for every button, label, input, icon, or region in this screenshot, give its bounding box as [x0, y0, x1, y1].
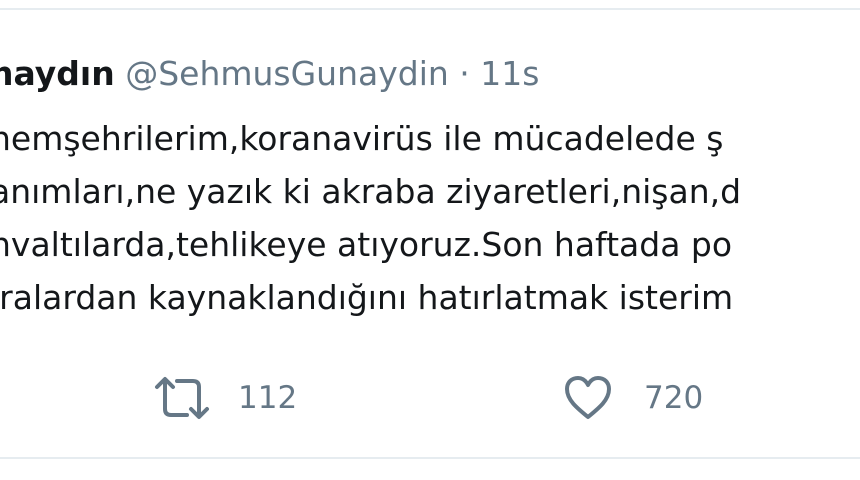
bottom-divider [0, 457, 860, 459]
tweet-text-line-1: hemşehrilerim,koranavirüs ile mücadelede… [0, 119, 724, 158]
author-handle[interactable]: @SehmusGunaydin [125, 54, 449, 93]
tweet-text-line-2: anımları,ne yazık ki akraba ziyaretleri,… [0, 172, 742, 211]
retweet-button[interactable]: 112 [153, 368, 297, 428]
tweet-actions: 112 720 [0, 368, 860, 428]
like-count: 720 [644, 380, 704, 416]
retweet-icon [153, 375, 211, 421]
retweet-count: 112 [238, 380, 298, 416]
tweet-card: naydın @SehmusGunaydin · 11s hemşehriler… [0, 0, 860, 480]
tweet-text-line-3: hvaltılarda,tehlikeye atıyoruz.Son hafta… [0, 225, 733, 264]
author-name[interactable]: naydın [0, 54, 115, 93]
tweet-header: naydın @SehmusGunaydin · 11s [0, 52, 539, 96]
tweet-timestamp[interactable]: 11s [480, 54, 539, 93]
like-button[interactable]: 720 [563, 368, 703, 428]
tweet-text: hemşehrilerim,koranavirüs ile mücadelede… [0, 112, 860, 324]
header-separator: · [459, 54, 470, 93]
top-divider [0, 8, 860, 10]
heart-icon [563, 375, 613, 421]
tweet-text-line-4: ıralardan kaynaklandığını hatırlatmak is… [0, 278, 734, 317]
